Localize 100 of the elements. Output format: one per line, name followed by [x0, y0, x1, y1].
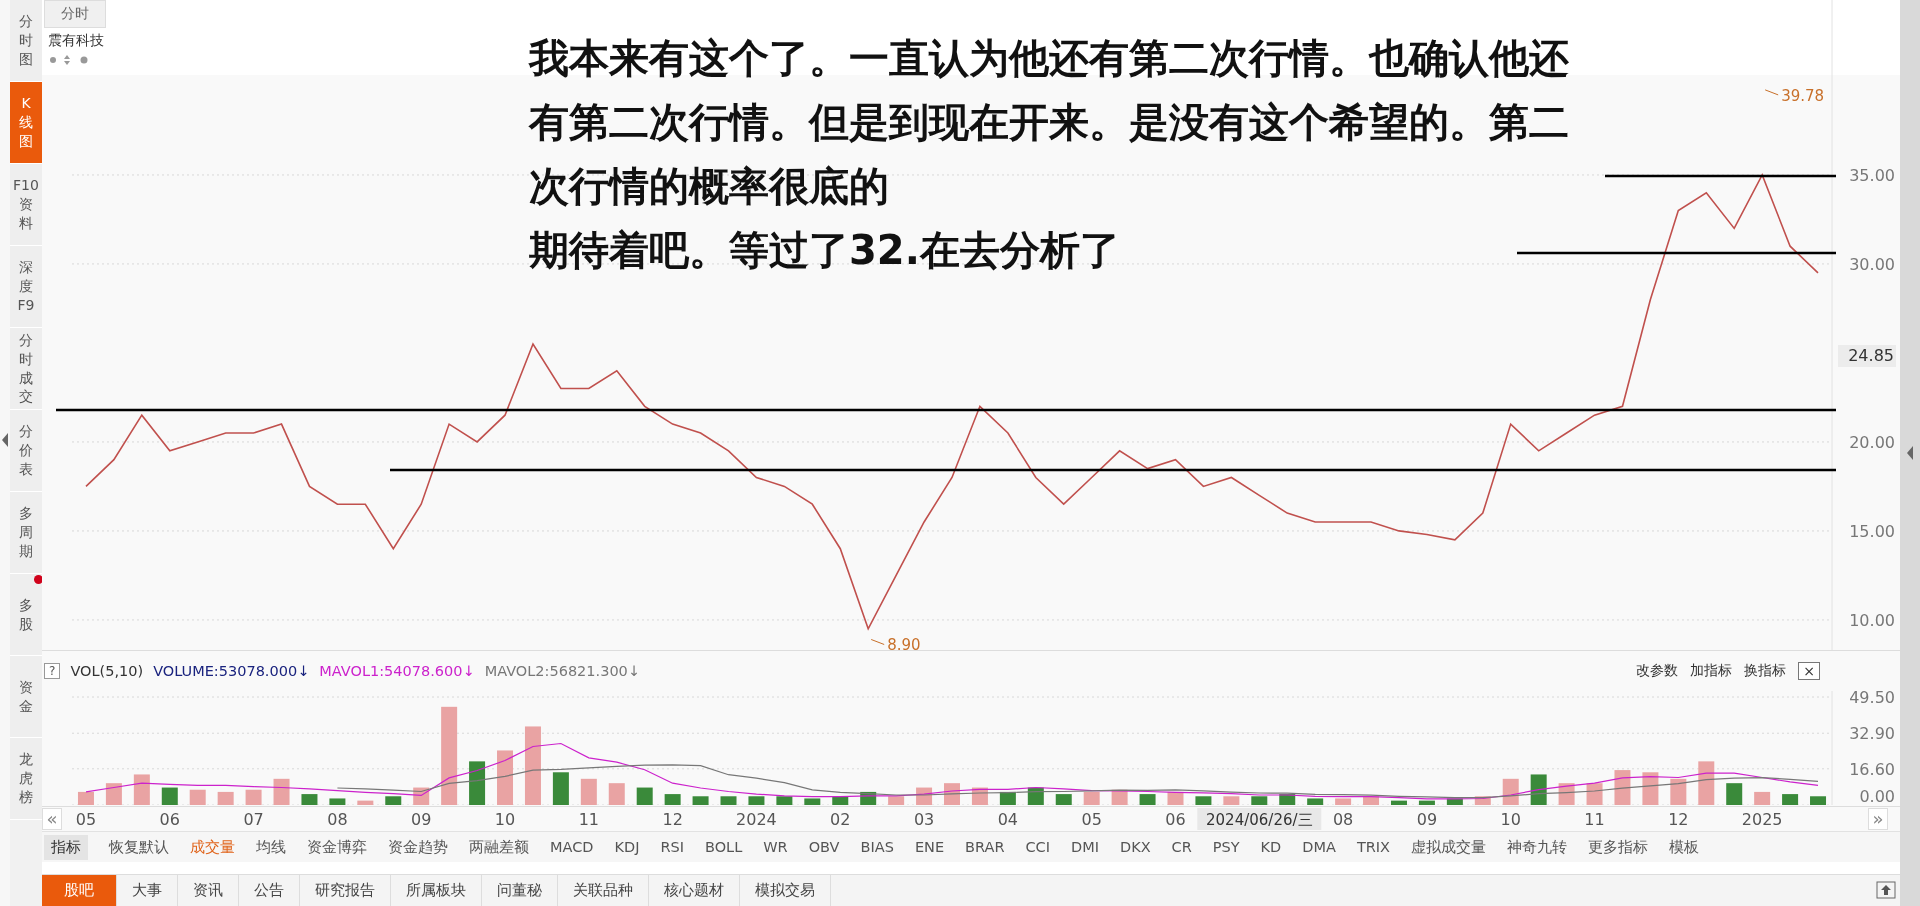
volume-bar — [189, 789, 206, 805]
indicator-tab[interactable]: RSI — [660, 839, 684, 855]
collapse-handle-icon[interactable] — [1905, 445, 1915, 461]
indicator-tab[interactable]: TRIX — [1356, 839, 1391, 855]
volume-bar — [301, 794, 318, 805]
volume-bar — [580, 778, 597, 805]
indicator-tab[interactable]: 资金趋势 — [388, 837, 448, 857]
legend-label: VOLUME:53078.000↓ — [153, 663, 310, 679]
bottom-tab[interactable]: 股吧 — [42, 875, 117, 906]
volume-bar — [1698, 761, 1715, 805]
indicator-tab[interactable]: BIAS — [860, 839, 894, 855]
indicator-action-link[interactable]: 改参数 — [1636, 662, 1679, 680]
indicator-tab[interactable]: PSY — [1212, 839, 1240, 855]
volume-bar — [1055, 794, 1072, 805]
volume-bar — [720, 796, 737, 805]
volume-bar — [636, 787, 653, 805]
axis-label: 07 — [243, 810, 264, 829]
volume-bar — [497, 750, 513, 805]
volume-bar — [1223, 796, 1240, 805]
annotation: 39.78 — [1781, 86, 1825, 105]
indicator-tab[interactable]: BRAR — [965, 839, 1005, 855]
axis-label: 08 — [1332, 810, 1354, 829]
axis-label: 2025 — [1741, 810, 1783, 829]
indicator-tab[interactable]: OBV — [808, 839, 840, 855]
indicator-tab[interactable]: 虚拟成交量 — [1411, 837, 1487, 857]
stock-name: 震有科技 — [47, 32, 104, 50]
axis-label: 05 — [1081, 810, 1102, 829]
axis-label: 11 — [1584, 810, 1605, 829]
indicator-tab[interactable]: 均线 — [256, 837, 286, 857]
volume-bar — [245, 789, 262, 805]
indicator-tab[interactable]: MACD — [550, 839, 594, 855]
axis-label: 02 — [830, 810, 851, 829]
bottom-tab[interactable]: 资讯 — [178, 875, 239, 906]
bottom-tab[interactable]: 研究报告 — [300, 875, 391, 906]
indicator-tab[interactable]: KD — [1260, 839, 1282, 855]
volume-bar — [1754, 791, 1771, 805]
axis-label: 20.00 — [1849, 432, 1895, 452]
help-button[interactable]: ? — [44, 663, 61, 679]
axis-label: 04 — [997, 810, 1019, 829]
cursor-date-label: 2024/06/26/三 — [1197, 808, 1322, 830]
volume-bar — [1530, 774, 1547, 805]
indicator-tab[interactable]: CR — [1171, 839, 1192, 855]
axis-label: 2024 — [736, 810, 777, 829]
indicator-tab[interactable]: 恢复默认 — [109, 837, 169, 857]
legend-label: MAVOL1:54078.600↓ — [319, 663, 475, 679]
indicator-tab[interactable]: DKX — [1119, 839, 1151, 855]
volume-bar — [832, 796, 849, 805]
volume-bar — [664, 794, 681, 805]
volume-bar — [999, 791, 1016, 805]
indicator-tab[interactable]: WR — [763, 839, 788, 855]
indicator-tab[interactable]: DMI — [1071, 839, 1099, 855]
bottom-tab[interactable]: 核心题材 — [649, 875, 740, 906]
indicator-tab[interactable]: ENE — [914, 839, 945, 855]
indicator-tab[interactable]: 更多指标 — [1588, 837, 1649, 857]
sidebar-tab[interactable]: K线图 — [10, 82, 42, 164]
axis-label: 03 — [913, 810, 935, 829]
axis-label: 12 — [1668, 810, 1689, 829]
upload-icon[interactable] — [1876, 881, 1896, 899]
axis-label: 08 — [327, 810, 348, 829]
indicator-tab[interactable]: DMA — [1302, 839, 1336, 855]
scroll-right-button[interactable]: » — [1868, 808, 1888, 830]
volume-bar — [133, 774, 150, 805]
indicator-tab[interactable]: 资金博弈 — [307, 837, 367, 857]
volume-bar — [1642, 772, 1659, 805]
indicator-action-link[interactable]: 加指标 — [1690, 662, 1733, 680]
axis-label: 10 — [1500, 810, 1521, 829]
volume-bar — [1810, 796, 1827, 805]
volume-bar — [1502, 778, 1519, 805]
axis-label: 06 — [159, 810, 180, 829]
volume-bar — [1167, 791, 1184, 805]
indicator-tab[interactable]: KDJ — [614, 839, 640, 855]
indicator-tab[interactable]: 神奇九转 — [1507, 837, 1568, 857]
annotation: 8.90 — [887, 636, 921, 655]
indicator-tab[interactable]: BOLL — [705, 839, 743, 855]
intraday-tab[interactable]: 分时 — [44, 0, 106, 28]
bottom-tab[interactable]: 大事 — [117, 875, 178, 906]
indicator-tab[interactable]: 两融差额 — [469, 837, 529, 857]
bottom-tab[interactable]: 问董秘 — [482, 875, 558, 906]
axis-label: 09 — [411, 810, 432, 829]
axis-label: 16.60 — [1849, 759, 1895, 779]
indicator-tab[interactable]: 模板 — [1669, 837, 1700, 857]
scroll-left-button[interactable]: « — [42, 808, 62, 830]
indicator-tab[interactable]: CCI — [1025, 839, 1050, 855]
close-button[interactable]: × — [1798, 662, 1820, 680]
indicator-action-link[interactable]: 换指标 — [1744, 662, 1787, 680]
bottom-tab[interactable]: 公告 — [239, 875, 300, 906]
volume-bar — [161, 787, 178, 805]
volume-bar — [1083, 791, 1100, 805]
volume-bar — [888, 796, 905, 805]
bottom-tab[interactable]: 模拟交易 — [740, 875, 831, 906]
volume-bar — [776, 796, 793, 805]
bottom-tab[interactable]: 关联品种 — [558, 875, 649, 906]
axis-label: 35.00 — [1849, 165, 1895, 185]
volume-bar — [1251, 796, 1268, 805]
volume-bar — [1335, 798, 1352, 805]
bottom-tab[interactable]: 所属板块 — [391, 875, 482, 906]
volume-bar — [217, 791, 234, 805]
volume-bar — [1474, 796, 1491, 805]
volume-bar — [1307, 798, 1324, 805]
volume-bar — [804, 798, 821, 805]
